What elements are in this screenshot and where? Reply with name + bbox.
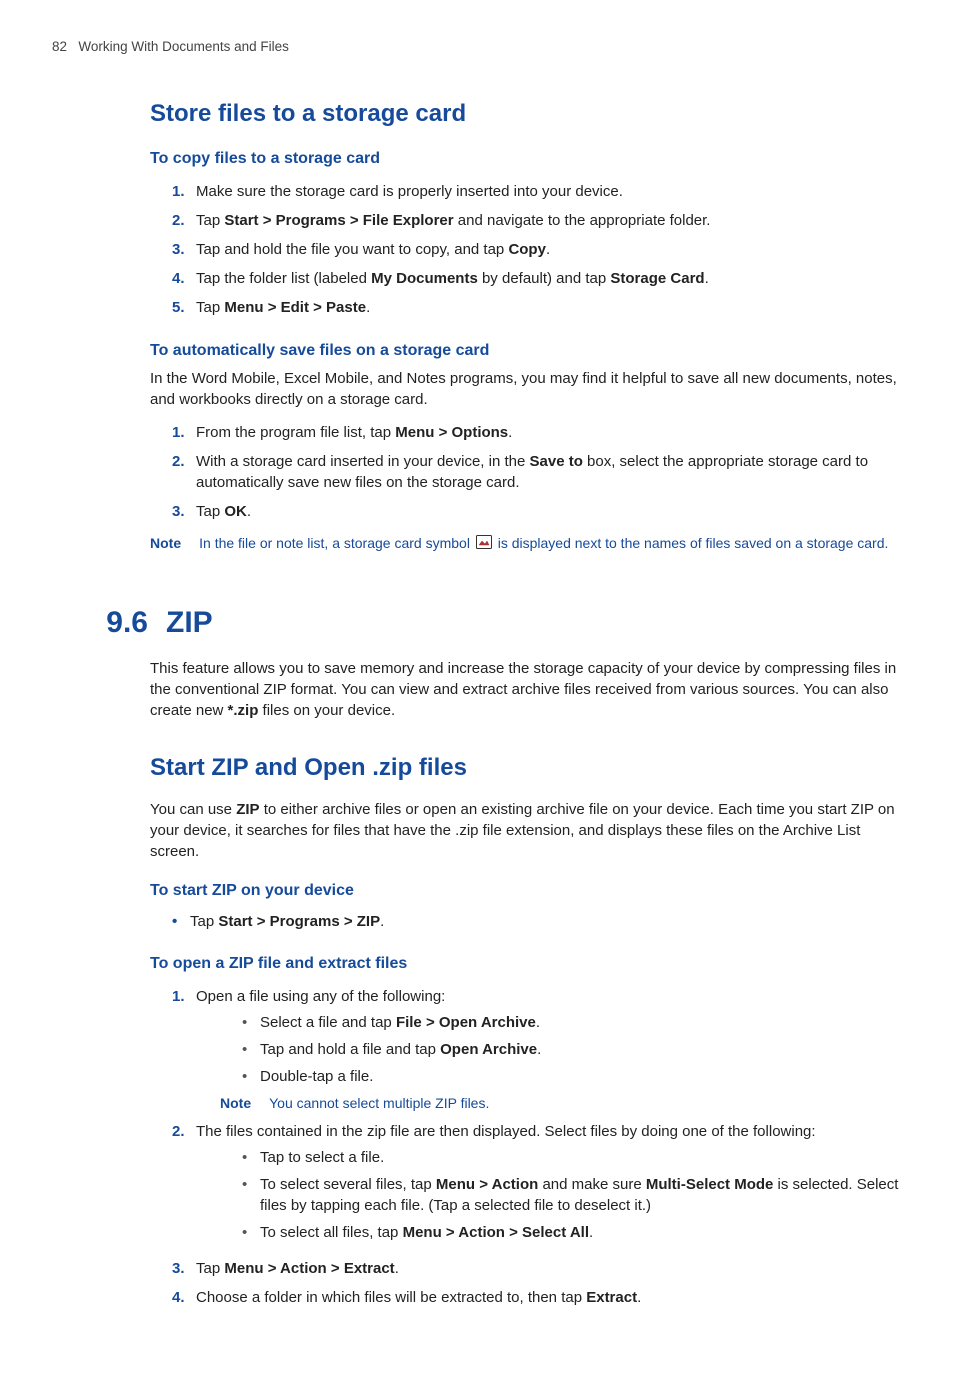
list-item: 1. Make sure the storage card is properl… bbox=[172, 177, 899, 206]
list-item: To select several files, tap Menu > Acti… bbox=[242, 1171, 899, 1219]
list-item: 3. Tap Menu > Action > Extract. bbox=[172, 1254, 899, 1283]
start-zip-intro: You can use ZIP to either archive files … bbox=[150, 799, 899, 862]
auto-save-intro: In the Word Mobile, Excel Mobile, and No… bbox=[150, 368, 899, 410]
note-label: Note bbox=[220, 1094, 251, 1114]
list-item: Tap to select a file. bbox=[242, 1144, 899, 1171]
note-label: Note bbox=[150, 534, 181, 554]
main-content: Store files to a storage card To copy fi… bbox=[150, 97, 899, 1312]
list-item: Tap and hold a file and tap Open Archive… bbox=[242, 1036, 899, 1063]
heading-copy-files: To copy files to a storage card bbox=[150, 148, 899, 170]
page-number: 82 bbox=[52, 39, 67, 54]
note-multiple-zip: Note You cannot select multiple ZIP file… bbox=[220, 1094, 899, 1114]
list-item: 4. Choose a folder in which files will b… bbox=[172, 1283, 899, 1312]
list-item: 1. Open a file using any of the followin… bbox=[172, 982, 899, 1118]
heading-store-files: Store files to a storage card bbox=[150, 97, 899, 131]
steps-auto-save: 1. From the program file list, tap Menu … bbox=[172, 418, 899, 526]
heading-auto-save: To automatically save files on a storage… bbox=[150, 340, 899, 362]
list-item: 2. With a storage card inserted in your … bbox=[172, 447, 899, 497]
note-storage-card: Note In the file or note list, a storage… bbox=[150, 534, 899, 554]
section-number: 9.6 bbox=[90, 602, 148, 644]
running-header: 82 Working With Documents and Files bbox=[52, 38, 899, 57]
storage-card-icon bbox=[476, 535, 492, 555]
note-text: In the file or note list, a storage card… bbox=[199, 534, 888, 554]
section-title: ZIP bbox=[166, 602, 213, 644]
list-item: Select a file and tap File > Open Archiv… bbox=[242, 1009, 899, 1036]
heading-to-start-zip: To start ZIP on your device bbox=[150, 880, 899, 902]
list-item: To select all files, tap Menu > Action >… bbox=[242, 1219, 899, 1246]
steps-copy-files: 1. Make sure the storage card is properl… bbox=[172, 177, 899, 322]
sublist-open-methods: Select a file and tap File > Open Archiv… bbox=[220, 1009, 899, 1114]
sublist-select-methods: Tap to select a file. To select several … bbox=[220, 1144, 899, 1246]
list-item: 3. Tap OK. bbox=[172, 497, 899, 526]
list-item: 2. Tap Start > Programs > File Explorer … bbox=[172, 206, 899, 235]
list-item: 4. Tap the folder list (labeled My Docum… bbox=[172, 264, 899, 293]
heading-start-zip: Start ZIP and Open .zip files bbox=[150, 751, 899, 785]
list-item: 1. From the program file list, tap Menu … bbox=[172, 418, 899, 447]
steps-open-zip: 1. Open a file using any of the followin… bbox=[172, 982, 899, 1313]
note-text: You cannot select multiple ZIP files. bbox=[269, 1094, 489, 1114]
document-page: 82 Working With Documents and Files Stor… bbox=[0, 0, 954, 1376]
list-item: 5. Tap Menu > Edit > Paste. bbox=[172, 293, 899, 322]
list-item: 2. The files contained in the zip file a… bbox=[172, 1117, 899, 1254]
list-item: Double-tap a file. bbox=[242, 1063, 899, 1090]
heading-to-open-zip: To open a ZIP file and extract files bbox=[150, 953, 899, 975]
list-item: 3. Tap and hold the file you want to cop… bbox=[172, 235, 899, 264]
zip-intro: This feature allows you to save memory a… bbox=[150, 658, 899, 721]
chapter-title: Working With Documents and Files bbox=[78, 39, 289, 54]
bullets-start-zip: Tap Start > Programs > ZIP. bbox=[172, 908, 899, 935]
list-item: Tap Start > Programs > ZIP. bbox=[172, 908, 899, 935]
section-heading-zip: 9.6 ZIP bbox=[150, 602, 899, 644]
